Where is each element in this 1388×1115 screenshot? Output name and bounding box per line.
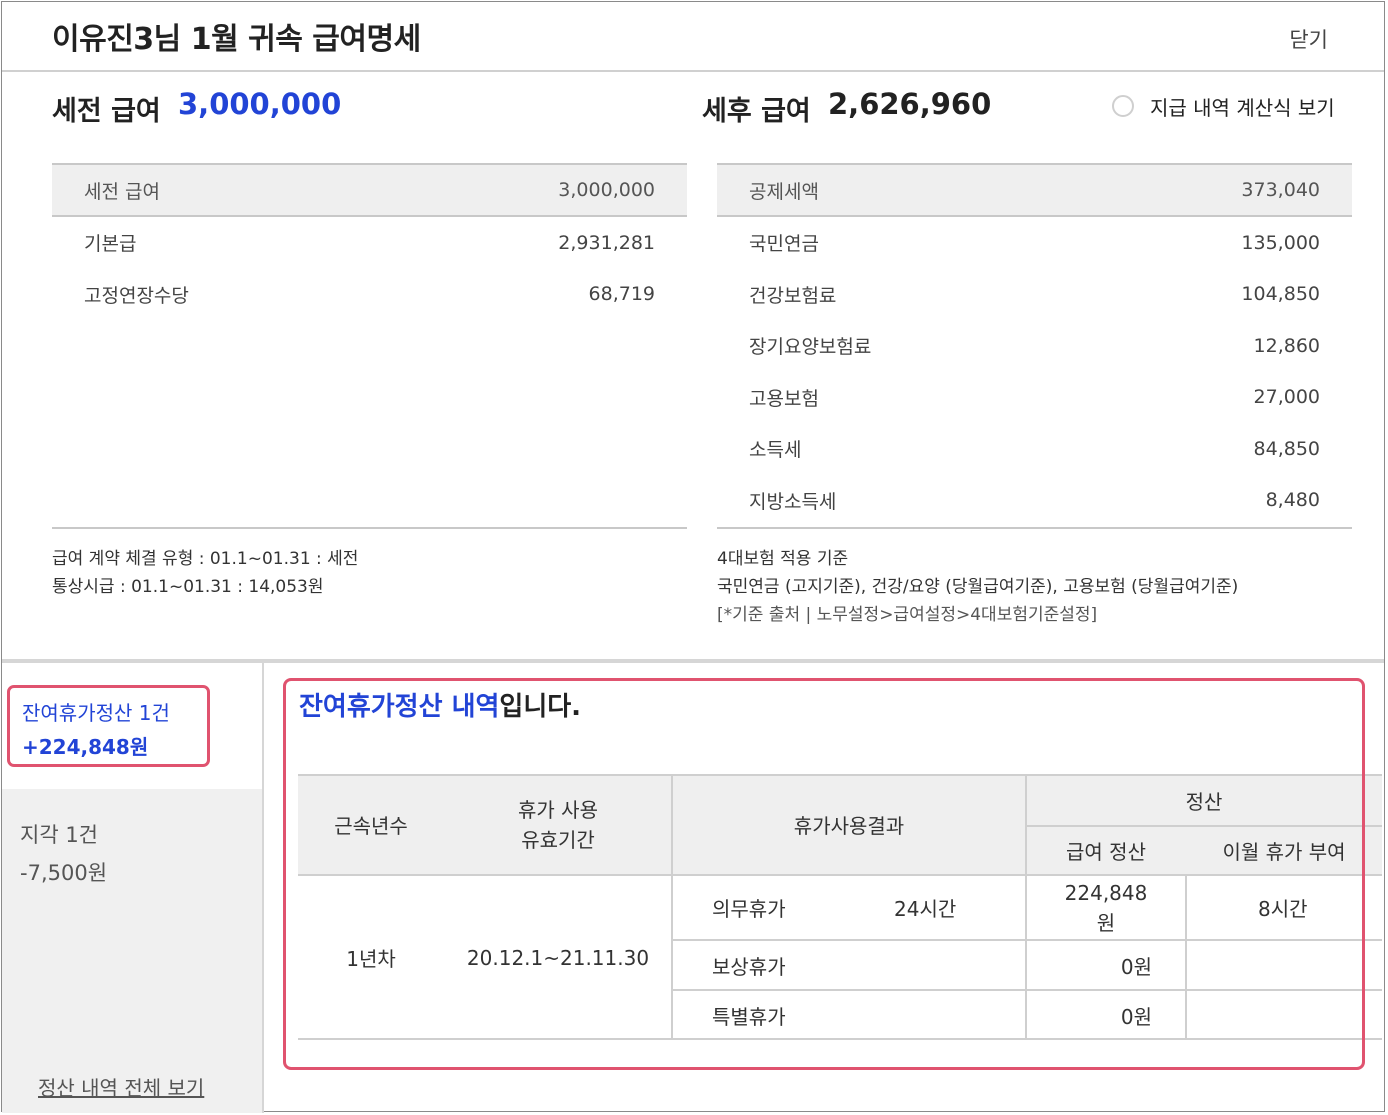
deductions-table: 공제세액 373,040 국민연금 135,000 건강보험료 104,850 … xyxy=(717,163,1352,529)
settlement-sidebar: 잔여휴가정산 1건 +224,848원 지각 1건 -7,500원 정산 내역 … xyxy=(2,663,264,1113)
row-value: 2,931,281 xyxy=(558,231,655,254)
row-value: 135,000 xyxy=(1241,231,1320,254)
divider xyxy=(717,527,1352,529)
row-label: 지방소득세 xyxy=(749,490,837,513)
earnings-header-label: 세전 급여 xyxy=(84,180,160,203)
deductions-header-value: 373,040 xyxy=(1241,179,1320,201)
view-all-settlements-link[interactable]: 정산 내역 전체 보기 xyxy=(38,1072,204,1101)
row-label: 건강보험료 xyxy=(749,284,837,307)
post-tax-value: 2,626,960 xyxy=(828,87,992,121)
table-row: 소득세 84,850 xyxy=(717,423,1352,475)
insurance-basis-detail: 국민연금 (고지기준), 건강/요양 (당월급여기준), 고용보험 (당월급여기… xyxy=(717,577,1239,597)
row-value: 68,719 xyxy=(588,283,655,306)
payslip-window: 이유진3님 1월 귀속 급여명세 닫기 세전 급여 3,000,000 세후 급… xyxy=(1,1,1385,1113)
row-value: 84,850 xyxy=(1253,437,1320,460)
row-label: 고정연장수당 xyxy=(84,284,189,307)
row-label: 장기요양보험료 xyxy=(749,336,872,359)
row-value: 104,850 xyxy=(1241,283,1320,306)
sidebar-item-amount: -7,500원 xyxy=(20,861,108,885)
sidebar-item-title: 지각 1건 xyxy=(20,823,98,847)
row-value: 12,860 xyxy=(1253,334,1320,357)
insurance-basis-title: 4대보험 적용 기준 xyxy=(717,549,849,569)
row-label: 기본급 xyxy=(84,233,137,256)
table-row: 건강보험료 104,850 xyxy=(717,269,1352,321)
row-label: 소득세 xyxy=(749,439,802,462)
deductions-header-label: 공제세액 xyxy=(749,180,819,203)
earnings-header-value: 3,000,000 xyxy=(558,179,655,201)
sidebar-item-late[interactable]: 지각 1건 -7,500원 xyxy=(20,816,107,892)
radio-circle-icon[interactable] xyxy=(1112,95,1134,117)
table-row: 고정연장수당 68,719 xyxy=(52,269,687,321)
table-row: 고용보험 27,000 xyxy=(717,372,1352,424)
insurance-source-link[interactable]: [*기준 출처 | 노무설정>급여설정>4대보험기준설정] xyxy=(717,601,1238,629)
hourly-wage-note: 통상시급 : 01.1~01.31 : 14,053원 xyxy=(52,577,324,597)
contract-type-note: 급여 계약 체결 유형 : 01.1~01.31 : 세전 xyxy=(52,549,359,569)
earnings-table: 세전 급여 3,000,000 기본급 2,931,281 고정연장수당 68,… xyxy=(52,163,687,529)
pre-tax-value: 3,000,000 xyxy=(178,87,342,121)
divider xyxy=(52,527,687,529)
post-tax-label: 세후 급여 xyxy=(702,96,811,127)
row-label: 국민연금 xyxy=(749,233,819,256)
insurance-notes: 4대보험 적용 기준 국민연금 (고지기준), 건강/요양 (당월급여기준), … xyxy=(717,545,1238,629)
table-row: 지방소득세 8,480 xyxy=(717,475,1352,527)
header-bar: 이유진3님 1월 귀속 급여명세 닫기 xyxy=(2,2,1384,72)
settlement-highlight-box xyxy=(283,678,1365,1070)
earnings-header-row: 세전 급여 3,000,000 xyxy=(52,163,687,217)
table-row: 국민연금 135,000 xyxy=(717,217,1352,269)
table-row: 기본급 2,931,281 xyxy=(52,217,687,269)
formula-toggle[interactable]: 지급 내역 계산식 보기 xyxy=(1112,92,1335,120)
row-label: 고용보험 xyxy=(749,387,819,410)
formula-toggle-label: 지급 내역 계산식 보기 xyxy=(1150,95,1335,120)
close-button[interactable]: 닫기 xyxy=(1289,24,1328,54)
page-title: 이유진3님 1월 귀속 급여명세 xyxy=(52,22,421,57)
row-value: 8,480 xyxy=(1265,489,1320,512)
deductions-header-row: 공제세액 373,040 xyxy=(717,163,1352,217)
table-row: 장기요양보험료 12,860 xyxy=(717,320,1352,372)
row-value: 27,000 xyxy=(1253,386,1320,409)
contract-notes: 급여 계약 체결 유형 : 01.1~01.31 : 세전 통상시급 : 01.… xyxy=(52,545,358,601)
sidebar-item-amount: +224,848원 xyxy=(22,735,149,759)
sidebar-item-leave-settlement[interactable]: 잔여휴가정산 1건 +224,848원 xyxy=(7,685,210,767)
pre-tax-label: 세전 급여 xyxy=(52,96,161,127)
sidebar-item-title: 잔여휴가정산 1건 xyxy=(22,701,170,725)
